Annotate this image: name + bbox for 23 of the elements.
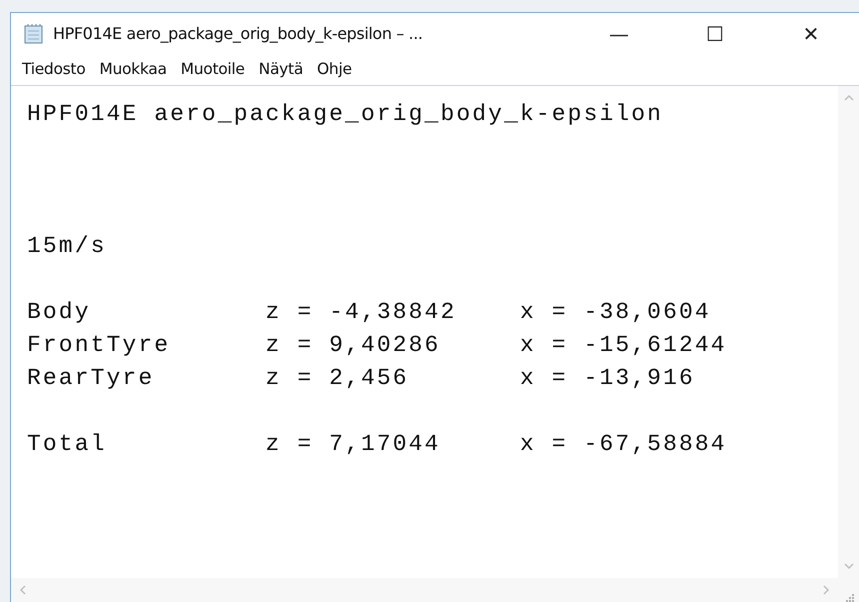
resize-grip-icon[interactable] [844, 592, 854, 602]
vertical-scrollbar[interactable] [838, 86, 859, 578]
text-line: HPF014E aero_package_orig_body_k-epsilon [27, 100, 664, 129]
text-line: Body z = -4,38842 x = -38,0604 [27, 298, 711, 327]
menu-item[interactable]: Muotoile [174, 56, 252, 84]
menu-item[interactable]: Ohje [310, 56, 359, 84]
text-line: 15m/s [27, 232, 107, 261]
scroll-down-icon[interactable] [844, 563, 854, 570]
close-button[interactable]: ✕ [763, 13, 859, 55]
scroll-right-icon[interactable] [823, 585, 830, 595]
menu-item[interactable]: Näytä [252, 56, 310, 84]
notepad-icon [23, 24, 45, 44]
maximize-button[interactable]: ☐ [667, 13, 763, 55]
text-area[interactable]: HPF014E aero_package_orig_body_k-epsilon 15m/s Body z = -4,38842 x = -38,0604 FrontTyre z = 9,40286 x = -15,61244 RearTyre z = 2,456 x = -13,916 Total z = 7,17044 x = -67,58884 [11, 86, 838, 578]
window-title: HPF014E aero_package_orig_body_k-epsilon – ... [53, 23, 423, 45]
menu-item[interactable]: Tiedosto [15, 56, 92, 84]
menu-item[interactable]: Muokkaa [92, 56, 174, 84]
scroll-left-icon[interactable] [19, 585, 26, 595]
minimize-button[interactable]: — [571, 13, 667, 55]
text-line: Total z = 7,17044 x = -67,58884 [27, 430, 727, 459]
text-line: RearTyre z = 2,456 x = -13,916 [27, 364, 695, 393]
text-line: FrontTyre z = 9,40286 x = -15,61244 [27, 331, 727, 360]
scroll-up-icon[interactable] [844, 94, 854, 101]
